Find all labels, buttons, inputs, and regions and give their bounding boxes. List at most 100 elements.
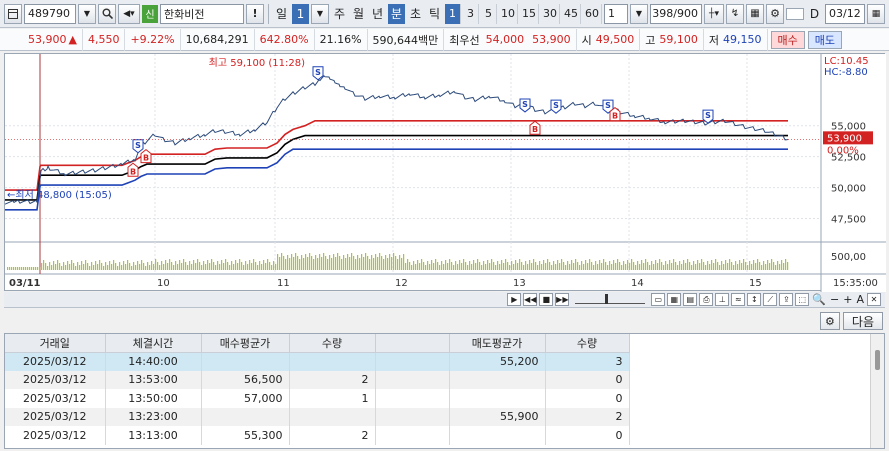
unit-input[interactable]: 1 <box>604 3 628 24</box>
volume-bar <box>313 259 315 270</box>
minute-option-60[interactable]: 60 <box>583 3 602 24</box>
unit-dropdown-icon[interactable]: ▼ <box>630 3 648 24</box>
save-icon[interactable]: ⬚ <box>795 293 810 306</box>
alert-button[interactable]: ! <box>246 3 264 24</box>
table-cell: 0 <box>545 370 630 389</box>
volume-bar <box>129 263 131 270</box>
calendar-icon[interactable]: ▦ <box>867 3 885 24</box>
table-row[interactable]: 2025/03/12 14:40:00 55,200 3 <box>5 352 630 371</box>
plus-icon[interactable]: + <box>842 293 853 306</box>
tab-minute[interactable]: 분 <box>388 3 405 24</box>
col-sell-qty[interactable]: 수량 <box>545 334 630 353</box>
date-field[interactable]: 03/12 <box>825 3 865 24</box>
tab-month[interactable]: 월 <box>350 4 367 24</box>
indicator-icon[interactable]: ┼▾ <box>704 3 724 24</box>
measure-icon[interactable]: ↕ <box>747 293 762 306</box>
volume-bar <box>461 263 463 270</box>
table-row[interactable]: 2025/03/12 13:23:00 55,900 2 <box>5 407 630 426</box>
col-trade-date[interactable]: 거래일 <box>5 334 106 353</box>
gear-icon[interactable]: ⚙ <box>766 3 784 24</box>
day-count[interactable]: 1 <box>292 3 309 24</box>
chart-canvas[interactable]: SBBSS SBSB S 최고 59,100 (11:28)←최저 48,800 (… <box>5 54 886 292</box>
tab-year[interactable]: 년 <box>369 4 386 24</box>
volume-bar <box>761 265 763 270</box>
tab-second[interactable]: 초 <box>407 4 424 24</box>
tab-day[interactable]: 일 <box>273 4 290 24</box>
col-blank[interactable] <box>375 334 450 353</box>
volume-bar <box>141 260 143 270</box>
layout-split-icon[interactable]: ▭ <box>651 293 666 306</box>
volume-bar <box>593 265 595 270</box>
day-dropdown-icon[interactable]: ▼ <box>311 3 329 24</box>
volume-bar <box>263 260 265 270</box>
count-field[interactable]: 398/900 <box>650 3 702 24</box>
trend-icon[interactable]: ≈ <box>731 293 746 306</box>
volume-bar <box>687 259 689 270</box>
zoom-in-icon[interactable]: 🔍 <box>811 293 827 306</box>
search-icon[interactable] <box>98 3 116 24</box>
crosshair-icon[interactable]: ⊥ <box>715 293 730 306</box>
minute-option-3[interactable]: 3 <box>463 3 479 24</box>
minute-option-30[interactable]: 30 <box>541 3 560 24</box>
table-row[interactable]: 2025/03/12 13:50:00 57,000 1 0 <box>5 389 630 408</box>
font-icon[interactable]: A <box>855 293 865 306</box>
volume-bar <box>633 262 635 270</box>
layout-grid-icon[interactable]: ▦ <box>667 293 682 306</box>
minute-option-10[interactable]: 10 <box>499 3 518 24</box>
volume-bar <box>589 259 591 270</box>
best-quote: 최우선 54,000 53,900 <box>444 28 577 51</box>
change-percent: +9.22% <box>125 28 181 51</box>
minute-option-45[interactable]: 45 <box>562 3 581 24</box>
zoom-slider[interactable] <box>575 293 646 304</box>
volume-bar <box>125 264 127 270</box>
rewind-icon[interactable]: ◀◀ <box>523 293 538 306</box>
stock-name-field[interactable]: 한화비전 <box>160 3 244 24</box>
code-dropdown-icon[interactable]: ▼ <box>78 3 96 24</box>
zoom-thumb[interactable] <box>605 293 609 304</box>
tab-week[interactable]: 주 <box>331 4 348 24</box>
col-sell-avg[interactable]: 매도평균가 <box>449 334 546 353</box>
draw-line-icon[interactable]: ⟋ <box>763 293 778 306</box>
speaker-icon[interactable]: ◀▾ <box>118 3 140 24</box>
stop-icon[interactable]: ■ <box>539 293 554 306</box>
table-row[interactable]: 2025/03/12 13:13:00 55,300 2 0 <box>5 426 630 445</box>
minute-option-15[interactable]: 15 <box>520 3 539 24</box>
next-button[interactable]: 다음 <box>842 312 883 330</box>
volume-bar <box>161 261 163 270</box>
sell-button[interactable]: 매도 <box>807 30 843 49</box>
export-icon[interactable]: ⇪ <box>779 293 794 306</box>
settings-gear-icon[interactable]: ⚙ <box>819 312 840 330</box>
volume-bar <box>563 262 565 270</box>
minus-icon[interactable]: − <box>829 293 840 306</box>
sell-signal-marker: S <box>550 99 562 114</box>
volume-bar <box>41 263 43 270</box>
buy-button[interactable]: 매수 <box>770 30 805 49</box>
draw-icon[interactable]: ↯ <box>726 3 744 24</box>
stock-code-input[interactable]: 489790 <box>24 3 76 24</box>
d-checkbox[interactable] <box>786 7 804 20</box>
scroll-right-icon[interactable]: ▶ <box>507 293 522 306</box>
forward-icon[interactable]: ▶▶ <box>555 293 570 306</box>
layout-icon[interactable] <box>4 3 22 24</box>
col-buy-qty[interactable]: 수량 <box>289 334 376 353</box>
table-row[interactable]: 2025/03/12 13:53:00 56,500 2 0 <box>5 370 630 389</box>
volume-bar <box>187 265 189 270</box>
col-exec-time[interactable]: 체결시간 <box>105 334 202 353</box>
open-price: 시 49,500 <box>577 28 641 51</box>
minute-option-1[interactable]: 1 <box>445 3 461 24</box>
tab-tick[interactable]: 틱 <box>426 4 443 24</box>
scrollbar-thumb[interactable] <box>875 350 880 370</box>
col-buy-avg[interactable]: 매수평균가 <box>201 334 290 353</box>
layout-stack-icon[interactable]: ▤ <box>683 293 698 306</box>
table-cell: 2025/03/12 <box>5 407 106 426</box>
volume-bar <box>555 264 557 270</box>
close-icon[interactable]: ✕ <box>867 293 881 306</box>
table-icon[interactable]: ▦ <box>746 3 764 24</box>
table-scrollbar[interactable] <box>870 334 884 448</box>
print-icon[interactable]: ⎙ <box>699 293 714 306</box>
price-chart[interactable]: SBBSSSBSBS 최고 59,100 (11:28) ←최저 48,800 (… <box>4 53 886 292</box>
volume-bar <box>83 264 85 270</box>
minute-option-5[interactable]: 5 <box>481 3 497 24</box>
volume-bar <box>719 265 721 270</box>
volume-bar <box>235 260 237 270</box>
